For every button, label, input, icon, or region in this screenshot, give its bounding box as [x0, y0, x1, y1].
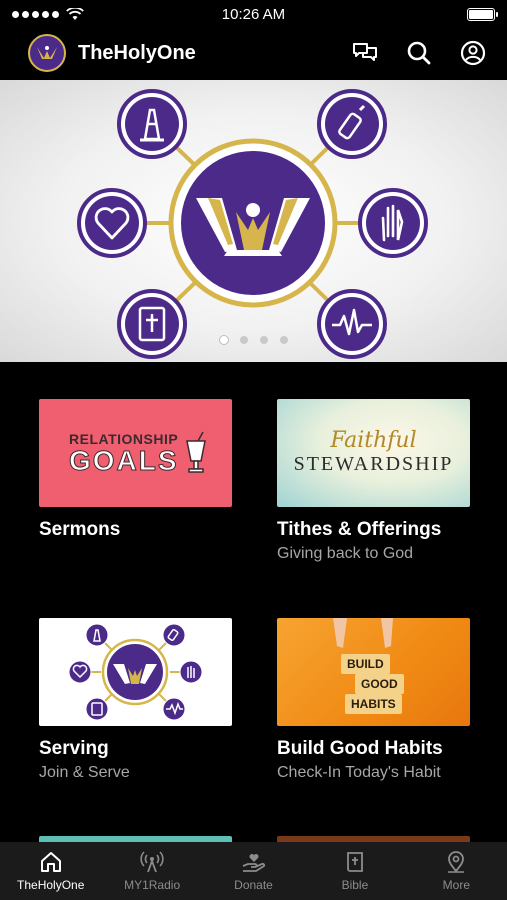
habit-block-build: BUILD	[341, 654, 390, 674]
card-serving[interactable]: Serving Join & Serve	[39, 618, 232, 782]
tab-my1radio[interactable]: MY1Radio	[101, 842, 202, 900]
hero-icon-baby-bottle	[317, 89, 387, 159]
tab-label: TheHolyOne	[17, 878, 85, 892]
tab-label: More	[442, 878, 470, 892]
battery-icon	[467, 7, 498, 21]
card-sermons[interactable]: RELATIONSHIP GOALS Sermons	[39, 399, 232, 541]
hero-illustration	[77, 89, 428, 359]
hero-icon-traffic-cone	[117, 89, 187, 159]
hero-icon-raised-hand	[358, 188, 428, 258]
serving-thumbnail	[39, 618, 232, 726]
donate-hand-icon	[242, 854, 265, 872]
card-title: Serving	[39, 738, 109, 759]
hero-icon-heartbeat	[317, 289, 387, 359]
steward-thumb-top: Faithful	[330, 428, 417, 453]
status-time: 10:26 AM	[221, 5, 286, 23]
content-grid: RELATIONSHIP GOALS Sermons Faithful STEW…	[0, 362, 507, 842]
carousel-dot[interactable]	[279, 336, 288, 344]
card-title: Tithes & Offerings	[277, 519, 442, 540]
hero-icon-heart	[77, 188, 147, 258]
tab-bible[interactable]: Bible	[304, 842, 405, 900]
hero-icon-bible	[117, 289, 187, 359]
map-pin-icon	[448, 851, 465, 873]
habit-block-habits: HABITS	[345, 694, 402, 714]
habits-thumbnail: BUILD GOOD HABITS	[277, 618, 470, 726]
tab-label: Donate	[234, 878, 273, 892]
card-subtitle: Giving back to God	[277, 545, 414, 562]
radio-tower-icon	[140, 851, 164, 873]
tab-label: Bible	[341, 878, 369, 892]
app-header: TheHolyOne	[0, 28, 507, 78]
chat-button[interactable]	[347, 35, 383, 71]
card-tithes-offerings[interactable]: Faithful STEWARDSHIP Tithes & Offerings …	[277, 399, 470, 563]
card-title: Build Good Habits	[277, 738, 443, 759]
sermons-thumbnail: RELATIONSHIP GOALS	[39, 399, 232, 507]
steward-thumb-main: STEWARDSHIP	[293, 453, 454, 475]
tab-donate[interactable]: Donate	[203, 842, 304, 900]
status-bar: 10:26 AM	[0, 0, 507, 28]
app-logo[interactable]	[28, 34, 66, 72]
profile-icon	[460, 40, 486, 66]
tithes-thumbnail: Faithful STEWARDSHIP	[277, 399, 470, 507]
bible-icon	[347, 852, 363, 872]
card-build-good-habits[interactable]: BUILD GOOD HABITS Build Good Habits Chec…	[277, 618, 470, 782]
card-subtitle: Check-In Today's Habit	[277, 764, 441, 781]
carousel-pagination[interactable]	[0, 336, 507, 344]
carousel-dot[interactable]	[239, 336, 248, 344]
tab-label: MY1Radio	[124, 878, 181, 892]
app-title: TheHolyOne	[78, 41, 196, 64]
carousel-dot[interactable]	[259, 336, 268, 344]
carousel-dot[interactable]	[219, 336, 228, 344]
search-icon	[407, 41, 431, 65]
tab-bar: TheHolyOne MY1Radio Donate Bible More	[0, 842, 507, 900]
serving-illustration	[68, 623, 203, 721]
card-subtitle: Join & Serve	[39, 764, 130, 781]
profile-button[interactable]	[455, 35, 491, 71]
card-title: Sermons	[39, 519, 121, 540]
chat-icon	[353, 43, 377, 61]
milkshake-icon	[186, 431, 206, 473]
crown-wings-icon	[37, 46, 57, 59]
habit-block-good: GOOD	[355, 674, 404, 694]
tab-theholyone[interactable]: TheHolyOne	[0, 842, 101, 900]
tab-more[interactable]: More	[406, 842, 507, 900]
hero-carousel[interactable]	[0, 80, 507, 362]
search-button[interactable]	[401, 35, 437, 71]
home-icon	[40, 852, 61, 872]
